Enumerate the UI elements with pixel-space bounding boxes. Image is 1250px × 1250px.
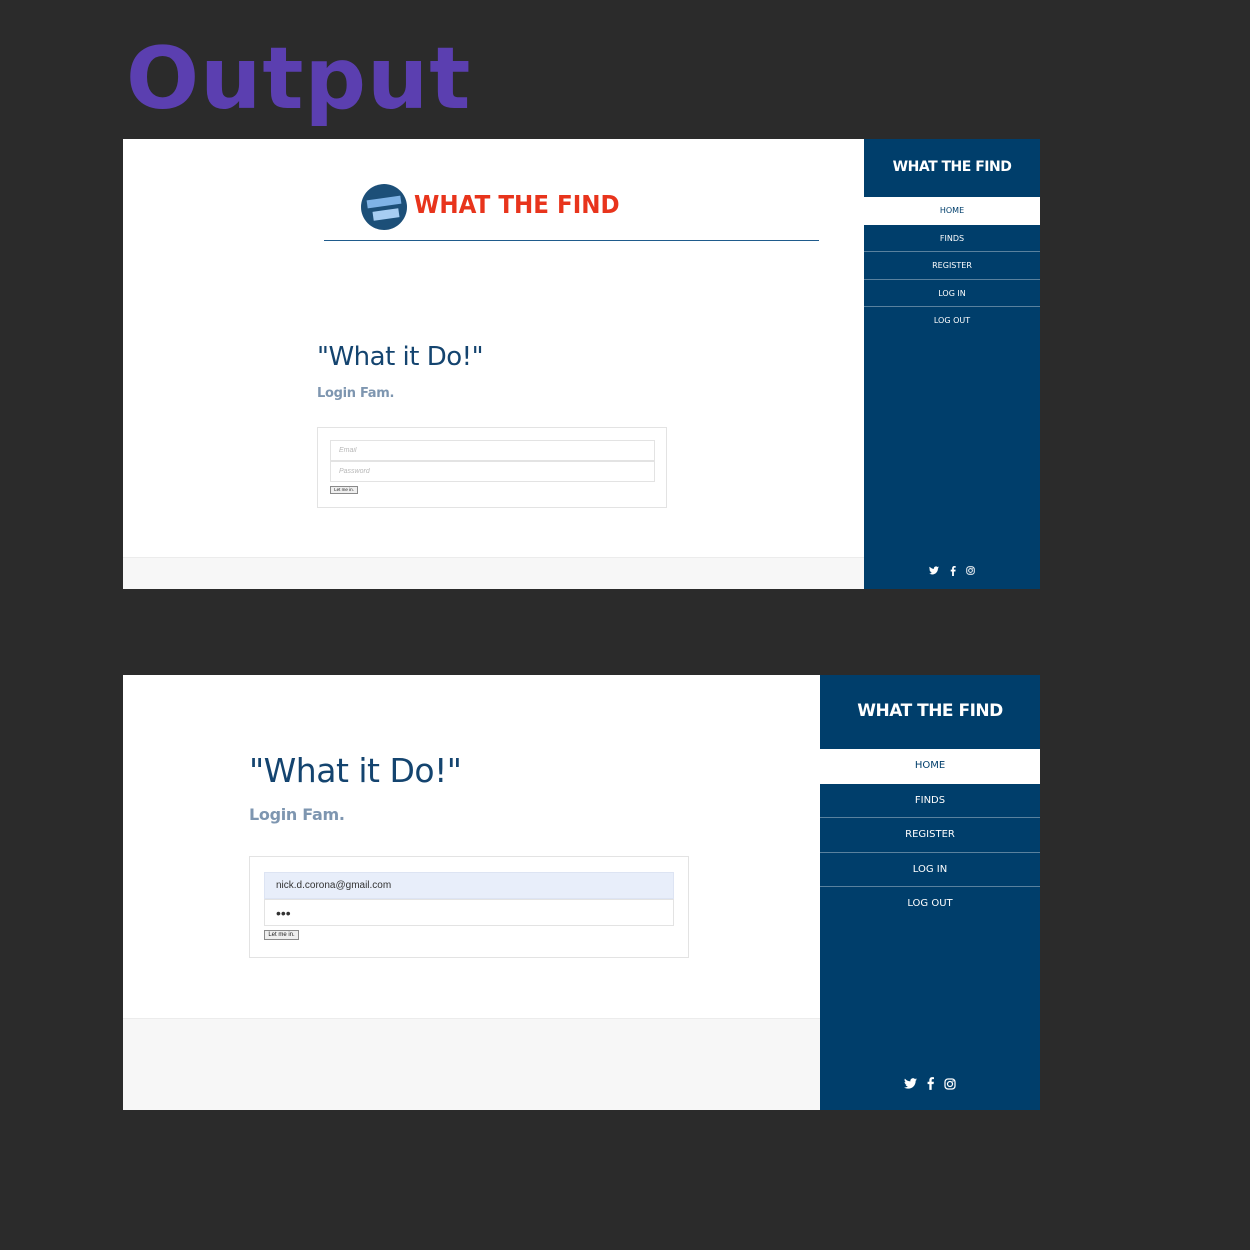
nav-item-register[interactable]: REGISTER: [864, 252, 1040, 280]
facebook-icon[interactable]: [927, 1077, 934, 1091]
sidebar-nav: HOME FINDS REGISTER LOG IN LOG OUT: [864, 197, 1040, 335]
footer-band: [123, 1018, 820, 1110]
nav-item-finds[interactable]: FINDS: [820, 784, 1040, 818]
page-title: "What it Do!": [317, 342, 484, 372]
nav-item-register[interactable]: REGISTER: [820, 818, 1040, 853]
nav-item-logout[interactable]: LOG OUT: [820, 887, 1040, 922]
nav-item-login[interactable]: LOG IN: [864, 280, 1040, 307]
footer-band: [123, 557, 864, 589]
instagram-icon[interactable]: [944, 1078, 957, 1090]
what-the-find-badge-icon: [361, 184, 407, 230]
main-content: "What it Do!" Login Fam. Let me in.: [123, 675, 820, 1110]
screenshot-login-filled: "What it Do!" Login Fam. Let me in. WHAT…: [123, 675, 1040, 1110]
twitter-icon[interactable]: [903, 1078, 917, 1089]
page-subtitle: Login Fam.: [249, 805, 345, 824]
social-links: [864, 562, 1040, 580]
page-subtitle: Login Fam.: [317, 386, 395, 401]
instagram-icon[interactable]: [966, 566, 975, 575]
login-button[interactable]: Let me in.: [330, 486, 358, 494]
header-divider: [324, 240, 819, 241]
password-field[interactable]: [330, 461, 655, 482]
sidebar-nav: HOME FINDS REGISTER LOG IN LOG OUT: [820, 749, 1040, 922]
facebook-icon[interactable]: [950, 565, 956, 576]
nav-item-finds[interactable]: FINDS: [864, 225, 1040, 252]
twitter-icon[interactable]: [929, 566, 940, 575]
login-button[interactable]: Let me in.: [264, 930, 299, 940]
email-field[interactable]: [264, 872, 674, 899]
nav-item-login[interactable]: LOG IN: [820, 853, 1040, 887]
sidebar-brand[interactable]: WHAT THE FIND: [820, 675, 1040, 749]
sidebar: WHAT THE FIND HOME FINDS REGISTER LOG IN…: [820, 675, 1040, 1110]
nav-item-logout[interactable]: LOG OUT: [864, 307, 1040, 335]
password-field[interactable]: [264, 899, 674, 926]
login-form: Let me in.: [249, 856, 689, 958]
email-field[interactable]: [330, 440, 655, 461]
main-content: WHAT THE FIND "What it Do!" Login Fam. L…: [123, 139, 864, 589]
screenshot-login-empty: WHAT THE FIND "What it Do!" Login Fam. L…: [123, 139, 1040, 589]
page-heading: Output: [126, 29, 472, 129]
sidebar-brand[interactable]: WHAT THE FIND: [864, 139, 1040, 197]
login-form: Let me in.: [317, 427, 667, 508]
logo-text: WHAT THE FIND: [414, 190, 620, 219]
nav-item-home[interactable]: HOME: [864, 197, 1040, 225]
social-links: [820, 1075, 1040, 1093]
nav-item-home[interactable]: HOME: [820, 749, 1040, 784]
sidebar: WHAT THE FIND HOME FINDS REGISTER LOG IN…: [864, 139, 1040, 589]
page-title: "What it Do!": [249, 751, 462, 790]
